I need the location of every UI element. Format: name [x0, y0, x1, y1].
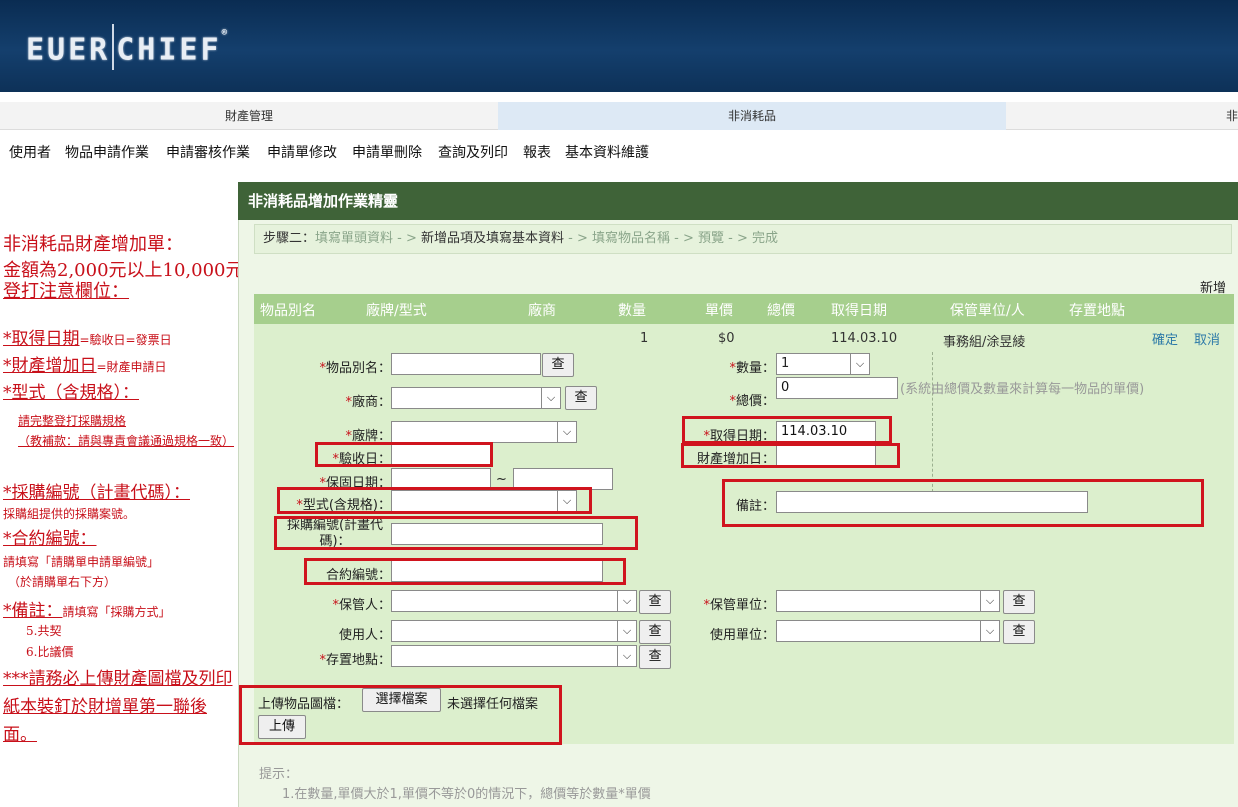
everchief-logo: EUER CHIEF® [26, 24, 230, 74]
label-use-unit: 使用單位： [709, 628, 775, 643]
note-contract-no: *合約編號： [3, 529, 97, 549]
menu-request-delete[interactable]: 申請單刪除 [352, 142, 422, 162]
highlight-acquire-date [682, 416, 892, 444]
label-total: *總價： [729, 394, 775, 409]
col-total: 總價 [767, 303, 795, 319]
highlight-model [277, 487, 592, 514]
col-brand-model: 廠牌/型式 [366, 303, 427, 319]
keep-unit-select[interactable]: ⌵ [776, 590, 1000, 612]
note-model-detail: 請完整登打採購規格 [18, 414, 127, 428]
items-table-header: 物品別名 廠牌/型式 廠商 數量 單價 總價 取得日期 保管單位/人 存置地點 [254, 294, 1234, 324]
row-acquire-date: 114.03.10 [831, 331, 898, 346]
label-item-alias: *物品別名： [319, 361, 391, 376]
tab-property-management[interactable]: 財產管理 [0, 102, 498, 130]
brand-select[interactable]: ⌵ [391, 421, 577, 443]
menu-item-request[interactable]: 物品申請作業 [65, 142, 149, 162]
row-qty: 1 [640, 331, 649, 346]
vendor-select[interactable]: ⌵ [391, 387, 561, 409]
menu-basic-data[interactable]: 基本資料維護 [565, 142, 649, 162]
row-price: $0 [718, 331, 735, 346]
col-vendor: 廠商 [528, 303, 556, 319]
chevron-down-icon: ⌵ [980, 591, 999, 611]
header-gap [0, 92, 1238, 102]
main-menu: 使用者 物品申請作業 申請審核作業 申請單修改 申請單刪除 查詢及列印 報表 基… [0, 132, 1238, 170]
highlight-remark [722, 479, 1204, 527]
wizard-title: 非消耗品增加作業精靈 [238, 182, 1238, 220]
highlight-upload [239, 685, 562, 745]
user-lookup-button[interactable]: 查 [639, 620, 671, 644]
chevron-down-icon: ⌵ [850, 354, 869, 374]
chevron-down-icon: ⌵ [541, 388, 560, 408]
location-lookup-button[interactable]: 查 [639, 645, 671, 669]
quantity-select[interactable]: 1 ⌵ [776, 353, 870, 375]
highlight-accept-date [315, 442, 493, 467]
warranty-tilde: ~ [496, 472, 507, 487]
label-quantity: *數量： [729, 361, 775, 376]
wizard-steps: 步驟二：填寫單頭資料 - > 新增品項及填寫基本資料 - > 填寫物品名稱 - … [254, 224, 1232, 254]
note-purchase-no: *採購編號（計畫代碼）： [3, 483, 190, 503]
cancel-link[interactable]: 取消 [1194, 329, 1220, 348]
note-remark: *備註：請填寫「採購方式」 [3, 601, 171, 621]
note-contract-location: （於請購單右下方） [8, 575, 117, 589]
col-keeper: 保管單位/人 [950, 303, 1025, 319]
item-alias-input[interactable] [391, 353, 541, 375]
tab-non-consumable[interactable]: 非消耗品 [498, 102, 1006, 130]
keeper-lookup-button[interactable]: 查 [639, 590, 671, 614]
note-remark-opt5: 5.共契 [26, 624, 62, 638]
total-note: (系統由總價及數量來計算每一物品的單價) [900, 382, 1145, 397]
note-remark-opt6: 6.比議價 [26, 645, 74, 659]
use-unit-lookup-button[interactable]: 查 [1003, 620, 1035, 644]
col-price: 單價 [705, 303, 733, 319]
menu-request-edit[interactable]: 申請單修改 [267, 142, 337, 162]
note-upload-end: 面。 [3, 725, 37, 745]
note-contract-detail: 請填寫「請購單申請單編號」 [3, 555, 160, 569]
menu-user[interactable]: 使用者 [9, 142, 51, 162]
col-acquire-date: 取得日期 [831, 303, 887, 319]
system-tabs: 財產管理 非消耗品 非 [0, 102, 1238, 130]
chevron-down-icon: ⌵ [617, 646, 636, 666]
menu-reports[interactable]: 報表 [523, 142, 551, 162]
label-keep-unit: *保管單位： [703, 598, 775, 613]
col-qty: 數量 [618, 303, 646, 319]
note-model: *型式（含規格）： [3, 383, 139, 403]
highlight-purchase-no [274, 516, 638, 550]
menu-query-print[interactable]: 查詢及列印 [438, 142, 508, 162]
highlight-contract-no [304, 558, 626, 585]
tab-next[interactable]: 非 [1006, 102, 1238, 130]
chevron-down-icon: ⌵ [617, 621, 636, 641]
note-increase-date: *財產增加日=財產申請日 [3, 356, 167, 376]
chevron-down-icon: ⌵ [557, 422, 576, 442]
label-user: 使用人： [338, 628, 391, 643]
note-title: 非消耗品財產增加單： [3, 234, 183, 255]
use-unit-select[interactable]: ⌵ [776, 620, 1000, 642]
note-upload-binding: 紙本裝釘於財增單第一聯後 [3, 697, 207, 717]
keep-unit-lookup-button[interactable]: 查 [1003, 590, 1035, 614]
col-location: 存置地點 [1069, 303, 1125, 319]
note-fields-heading: 登打注意欄位： [3, 281, 129, 302]
chevron-down-icon: ⌵ [617, 591, 636, 611]
form-divider [932, 352, 933, 492]
confirm-link[interactable]: 確定 [1152, 329, 1178, 348]
keeper-select[interactable]: ⌵ [391, 590, 637, 612]
item-alias-lookup-button[interactable]: 查 [542, 353, 574, 377]
col-alias: 物品別名 [260, 303, 316, 319]
vendor-lookup-button[interactable]: 查 [565, 386, 597, 410]
label-vendor: *廠商： [345, 395, 391, 410]
label-keeper: *保管人： [332, 598, 391, 613]
user-select[interactable]: ⌵ [391, 620, 637, 642]
total-input[interactable]: 0 [776, 377, 898, 399]
note-purchase-no-detail: 採購組提供的採購案號。 [3, 507, 136, 521]
row-keeper: 事務組/涂昱綾 [943, 335, 1026, 350]
highlight-increase-date [681, 443, 900, 468]
menu-request-review[interactable]: 申請審核作業 [166, 142, 250, 162]
note-model-subsidy: （教補款：請與專責會議通過規格一致） [18, 434, 235, 448]
note-upload-warning: ***請務必上傳財產圖檔及列印 [3, 669, 233, 689]
chevron-down-icon: ⌵ [980, 621, 999, 641]
location-select[interactable]: ⌵ [391, 645, 637, 667]
hint-1: 1.在數量,單價大於1,單價不等於0的情況下，總價等於數量*單價 [282, 787, 651, 802]
note-acquire-date: *取得日期=驗收日=發票日 [3, 329, 172, 349]
label-location: *存置地點： [319, 653, 391, 668]
hint-title: 提示： [259, 767, 299, 782]
